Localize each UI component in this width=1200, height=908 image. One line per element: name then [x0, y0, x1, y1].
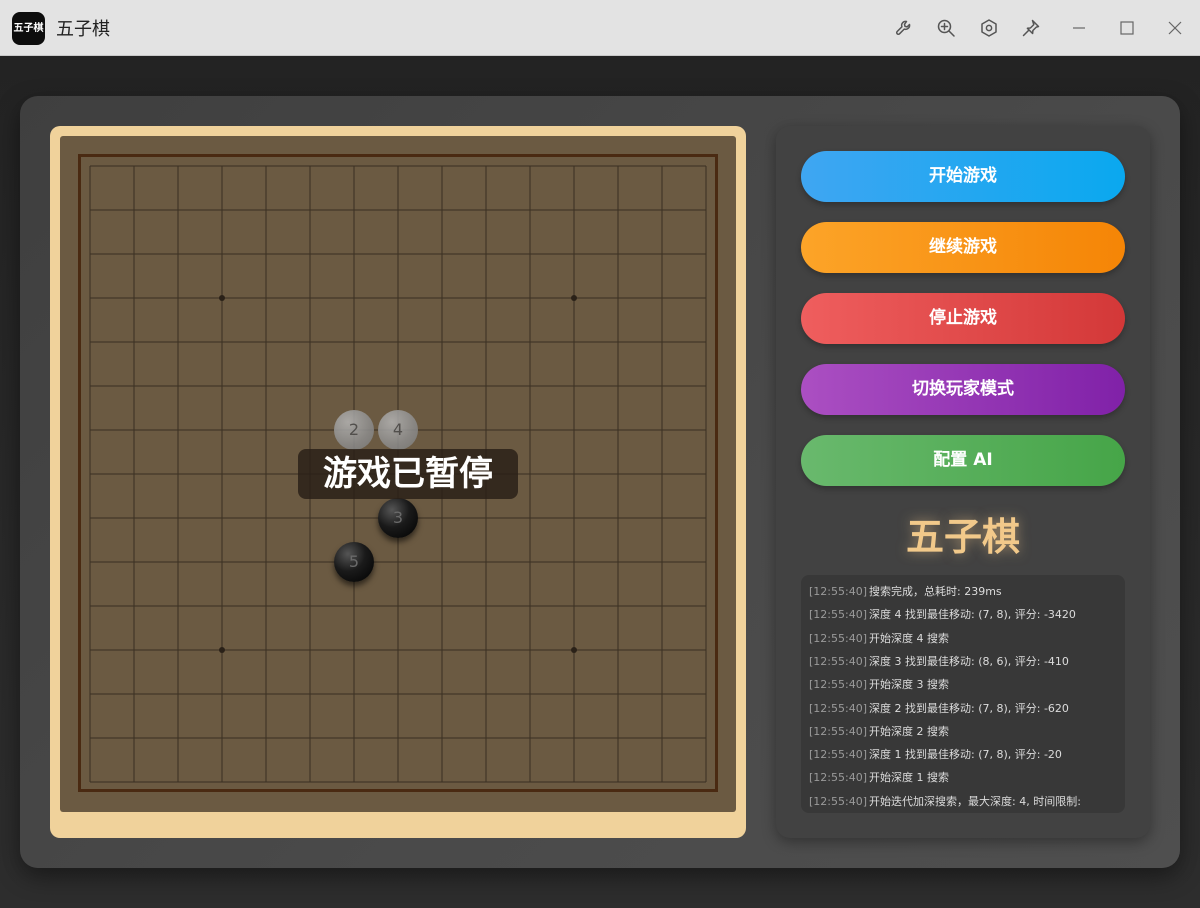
log-message: 深度 4 找到最佳移动: (7, 8), 评分: -3420 [869, 608, 1076, 622]
ai-log-list[interactable]: [12:55:40] 搜索完成，总耗时: 239ms [12:55:40] 深度 4 … [801, 575, 1125, 813]
stop-game-button[interactable]: 停止游戏 [801, 293, 1125, 344]
log-entry: [12:55:40] 开始迭代加深搜索，最大深度: 4, 时间限制: [809, 793, 1081, 813]
control-panel: 开始游戏 继续游戏 停止游戏 切换玩家模式 配置 AI 五子棋 [12:55:4… [776, 126, 1150, 838]
log-timestamp: [12:55:40] [809, 794, 867, 808]
log-entry: [12:55:40] 深度 2 找到最佳移动: (7, 8), 评分: -620 [809, 700, 1069, 720]
log-entry: [12:55:40] 开始深度 3 搜索 [809, 676, 949, 696]
log-message: 开始深度 1 搜索 [869, 771, 949, 785]
wrench-icon[interactable] [894, 18, 914, 38]
continue-game-button[interactable]: 继续游戏 [801, 222, 1125, 273]
log-message: 深度 2 找到最佳移动: (7, 8), 评分: -620 [869, 701, 1069, 715]
settings-hex-icon[interactable] [979, 18, 999, 38]
log-message: 开始深度 2 搜索 [869, 724, 949, 738]
log-entry: [12:55:40] 深度 3 找到最佳移动: (8, 6), 评分: -410 [809, 653, 1069, 673]
log-timestamp: [12:55:40] [809, 701, 867, 715]
log-timestamp: [12:55:40] [809, 608, 867, 622]
log-entry: [12:55:40] 开始深度 4 搜索 [809, 630, 949, 650]
app-logo: 五子棋 [12, 12, 45, 45]
log-entry: [12:55:40] 深度 4 找到最佳移动: (7, 8), 评分: -3420 [809, 606, 1076, 626]
log-entry: [12:55:40] 开始深度 1 搜索 [809, 769, 949, 789]
white-stone: 2 [334, 410, 374, 450]
star-point [219, 647, 225, 653]
zoom-in-icon[interactable] [936, 18, 956, 38]
log-timestamp: [12:55:40] [809, 585, 867, 598]
log-message: 搜索完成，总耗时: 239ms [869, 585, 1002, 598]
pin-icon[interactable] [1021, 18, 1041, 38]
configure-ai-button[interactable]: 配置 AI [801, 435, 1125, 486]
log-entry: [12:55:40] 开始深度 2 搜索 [809, 723, 949, 743]
gomoku-board[interactable]: 24 35 游戏已暂停 [60, 136, 736, 812]
log-timestamp: [12:55:40] [809, 654, 867, 668]
star-point [571, 647, 577, 653]
white-stone: 4 [378, 410, 418, 450]
log-message: 深度 1 找到最佳移动: (7, 8), 评分: -20 [869, 748, 1062, 762]
log-entry: [12:55:40] 搜索完成，总耗时: 239ms [809, 583, 1002, 603]
window-title: 五子棋 [56, 19, 110, 40]
star-point [219, 295, 225, 301]
start-game-button[interactable]: 开始游戏 [801, 151, 1125, 202]
switch-player-mode-button[interactable]: 切换玩家模式 [801, 364, 1125, 415]
log-entry: [12:55:40] 深度 1 找到最佳移动: (7, 8), 评分: -20 [809, 746, 1062, 766]
board-frame: 24 35 游戏已暂停 [50, 126, 746, 838]
star-point [571, 295, 577, 301]
log-timestamp: [12:55:40] [809, 724, 867, 738]
log-timestamp: [12:55:40] [809, 678, 867, 692]
black-stone: 5 [334, 542, 374, 582]
log-timestamp: [12:55:40] [809, 631, 867, 645]
log-message: 开始迭代加深搜索，最大深度: 4, 时间限制: [869, 794, 1081, 808]
minimize-icon[interactable] [1069, 18, 1089, 38]
panel-title: 五子棋 [905, 515, 1020, 559]
log-timestamp: [12:55:40] [809, 748, 867, 762]
log-message: 深度 3 找到最佳移动: (8, 6), 评分: -410 [869, 654, 1069, 668]
maximize-icon[interactable] [1117, 18, 1137, 38]
log-timestamp: [12:55:40] [809, 771, 867, 785]
log-message: 开始深度 4 搜索 [869, 631, 949, 645]
title-bar: 五子棋 五子棋 [0, 0, 1200, 56]
close-icon[interactable] [1165, 18, 1185, 38]
pause-status-banner: 游戏已暂停 [298, 449, 518, 499]
black-stone: 3 [378, 498, 418, 538]
log-message: 开始深度 3 搜索 [869, 678, 949, 692]
